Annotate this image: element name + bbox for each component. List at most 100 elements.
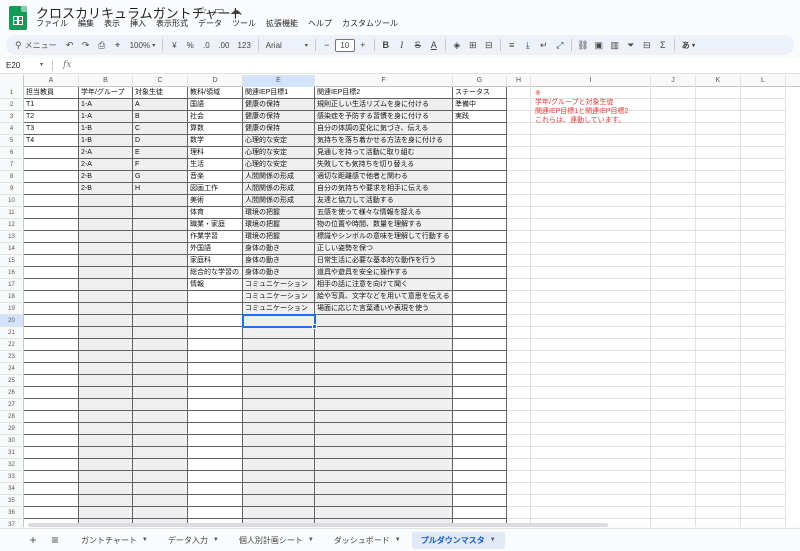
table-cell[interactable] xyxy=(188,471,243,483)
table-cell[interactable] xyxy=(453,171,507,183)
table-cell[interactable]: 1-A xyxy=(79,99,133,111)
table-cell[interactable] xyxy=(507,135,531,147)
table-cell[interactable] xyxy=(696,195,741,207)
table-cell[interactable] xyxy=(531,135,651,147)
table-cell[interactable] xyxy=(507,483,531,495)
table-cell[interactable] xyxy=(741,411,786,423)
table-cell[interactable]: 教科/領域 xyxy=(188,87,243,99)
table-cell[interactable] xyxy=(741,267,786,279)
table-cell[interactable] xyxy=(507,291,531,303)
table-cell[interactable] xyxy=(741,387,786,399)
row-header[interactable]: 20 xyxy=(0,315,24,327)
formula-input[interactable] xyxy=(80,61,780,71)
table-cell[interactable] xyxy=(741,459,786,471)
table-cell[interactable] xyxy=(79,219,133,231)
table-cell[interactable] xyxy=(741,339,786,351)
table-cell[interactable] xyxy=(507,315,531,327)
table-cell[interactable] xyxy=(531,399,651,411)
table-cell[interactable] xyxy=(315,435,453,447)
table-cell[interactable] xyxy=(531,207,651,219)
table-cell[interactable]: 環境の把握 xyxy=(243,219,315,231)
table-cell[interactable]: 心理的な安定 xyxy=(243,147,315,159)
table-cell[interactable] xyxy=(531,411,651,423)
table-cell[interactable] xyxy=(696,471,741,483)
table-cell[interactable] xyxy=(133,231,188,243)
table-cell[interactable] xyxy=(315,363,453,375)
table-cell[interactable] xyxy=(507,219,531,231)
table-cell[interactable] xyxy=(696,159,741,171)
table-cell[interactable] xyxy=(507,255,531,267)
table-cell[interactable]: 図画工作 xyxy=(188,183,243,195)
table-cell[interactable] xyxy=(651,255,696,267)
table-cell[interactable] xyxy=(133,303,188,315)
table-cell[interactable] xyxy=(453,327,507,339)
table-cell[interactable] xyxy=(133,207,188,219)
table-cell[interactable] xyxy=(531,447,651,459)
table-cell[interactable]: 感染症を予防する習慣を身に付ける xyxy=(315,111,453,123)
table-cell[interactable] xyxy=(188,411,243,423)
table-cell[interactable] xyxy=(507,267,531,279)
table-cell[interactable] xyxy=(741,375,786,387)
table-cell[interactable] xyxy=(696,519,741,527)
table-cell[interactable] xyxy=(79,315,133,327)
table-cell[interactable] xyxy=(79,411,133,423)
table-cell[interactable] xyxy=(507,495,531,507)
row-header[interactable]: 17 xyxy=(0,279,24,291)
table-cell[interactable]: 身体の動き xyxy=(243,255,315,267)
table-cell[interactable] xyxy=(507,363,531,375)
table-cell[interactable] xyxy=(79,351,133,363)
table-cell[interactable]: D xyxy=(133,135,188,147)
zoom-select[interactable]: 100% ▾ xyxy=(127,37,159,53)
table-cell[interactable]: 自分の気持ちや要求を相手に伝える xyxy=(315,183,453,195)
table-cell[interactable] xyxy=(243,375,315,387)
table-cell[interactable] xyxy=(741,423,786,435)
table-cell[interactable]: 身体の動き xyxy=(243,267,315,279)
select-all-corner[interactable] xyxy=(0,75,24,87)
row-header[interactable]: 22 xyxy=(0,339,24,351)
table-cell[interactable]: 関連IEP目標1 xyxy=(243,87,315,99)
table-cell[interactable] xyxy=(243,327,315,339)
table-cell[interactable] xyxy=(507,231,531,243)
table-cell[interactable] xyxy=(243,411,315,423)
table-cell[interactable] xyxy=(133,279,188,291)
table-cell[interactable] xyxy=(741,243,786,255)
table-cell[interactable]: T3 xyxy=(24,123,79,135)
caret-down-icon[interactable]: ▼ xyxy=(308,537,314,543)
table-cell[interactable] xyxy=(651,135,696,147)
table-cell[interactable]: 算数 xyxy=(188,123,243,135)
column-header[interactable]: B xyxy=(79,75,133,87)
table-cell[interactable] xyxy=(651,507,696,519)
table-cell[interactable] xyxy=(507,423,531,435)
table-cell[interactable] xyxy=(696,123,741,135)
table-cell[interactable]: 作業学習 xyxy=(188,231,243,243)
table-cell[interactable]: 職業・家庭 xyxy=(188,219,243,231)
table-cell[interactable] xyxy=(453,207,507,219)
table-cell[interactable] xyxy=(24,219,79,231)
bold-button[interactable]: B xyxy=(379,37,393,53)
row-header[interactable]: 33 xyxy=(0,471,24,483)
table-cell[interactable] xyxy=(79,339,133,351)
table-cell[interactable] xyxy=(453,135,507,147)
table-cell[interactable] xyxy=(741,399,786,411)
table-cell[interactable] xyxy=(243,507,315,519)
table-cell[interactable] xyxy=(79,495,133,507)
table-cell[interactable] xyxy=(453,315,507,327)
table-cell[interactable] xyxy=(79,231,133,243)
table-cell[interactable] xyxy=(24,423,79,435)
table-cell[interactable] xyxy=(79,435,133,447)
table-cell[interactable]: 1-A xyxy=(79,111,133,123)
table-cell[interactable]: コミュニケーション xyxy=(243,279,315,291)
table-cell[interactable] xyxy=(133,267,188,279)
table-cell[interactable] xyxy=(24,435,79,447)
table-cell[interactable] xyxy=(453,435,507,447)
table-cell[interactable] xyxy=(507,303,531,315)
table-cell[interactable] xyxy=(24,195,79,207)
table-cell[interactable]: 健康の保持 xyxy=(243,99,315,111)
table-cell[interactable]: 体育 xyxy=(188,207,243,219)
table-cell[interactable] xyxy=(741,291,786,303)
table-cell[interactable] xyxy=(531,435,651,447)
table-cell[interactable] xyxy=(243,471,315,483)
table-cell[interactable] xyxy=(507,147,531,159)
table-cell[interactable] xyxy=(507,459,531,471)
menu-icon[interactable]: ≡ xyxy=(44,533,66,547)
